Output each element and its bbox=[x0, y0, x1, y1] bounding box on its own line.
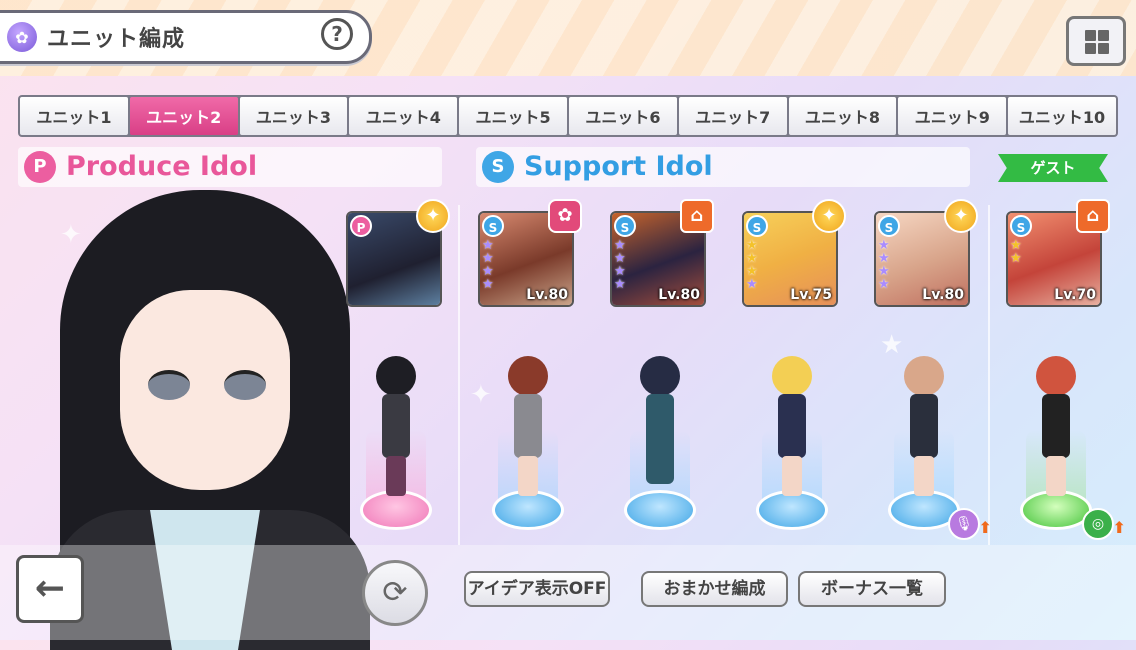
tab-unit-6[interactable]: ユニット6 bbox=[568, 97, 677, 135]
tab-unit-3[interactable]: ユニット3 bbox=[239, 97, 348, 135]
sparkle-icon: ✦ bbox=[470, 380, 492, 410]
help-button[interactable]: ? bbox=[321, 18, 353, 50]
dance-skill-icon: ◎ ⬆ bbox=[1082, 508, 1126, 540]
support-idol-chibi[interactable] bbox=[760, 350, 824, 510]
card-level: Lv.70 bbox=[1054, 287, 1096, 303]
tab-unit-5[interactable]: ユニット5 bbox=[459, 97, 567, 135]
unit-icon: ✿ bbox=[7, 22, 37, 52]
page-title: ユニット編成 bbox=[47, 27, 186, 52]
tab-unit-9[interactable]: ユニット9 bbox=[898, 97, 1007, 135]
tab-unit-1[interactable]: ユニット1 bbox=[20, 97, 128, 135]
rarity-stars: ★ ★ bbox=[1010, 238, 1022, 266]
card-level: Lv.75 bbox=[790, 287, 832, 303]
support-card-badge-icon: S bbox=[614, 215, 636, 237]
star-type-icon: ✦ bbox=[416, 199, 450, 233]
school-type-icon: ⌂ bbox=[1076, 199, 1110, 233]
school-type-icon: ⌂ bbox=[680, 199, 714, 233]
auto-form-button[interactable]: おまかせ編成 bbox=[641, 571, 788, 607]
back-button[interactable]: ← bbox=[16, 555, 84, 623]
menu-button[interactable] bbox=[1066, 16, 1126, 66]
support-card-badge-icon: S bbox=[482, 215, 504, 237]
star-type-icon: ✦ bbox=[944, 199, 978, 233]
guest-idol-chibi[interactable] bbox=[1024, 350, 1088, 510]
produce-idol-chibi[interactable] bbox=[364, 350, 428, 510]
tab-unit-2[interactable]: ユニット2 bbox=[129, 97, 238, 135]
tab-unit-8[interactable]: ユニット8 bbox=[788, 97, 897, 135]
rarity-stars: ★ ★ ★ ★ bbox=[746, 238, 758, 292]
rarity-stars: ★ ★ ★ ★ bbox=[482, 238, 494, 292]
support-idol-label: Support Idol bbox=[524, 151, 713, 182]
support-card-badge-icon: S bbox=[1010, 215, 1032, 237]
support-card-badge-icon: S bbox=[746, 215, 768, 237]
produce-badge-icon: P bbox=[24, 151, 56, 183]
refresh-button[interactable]: ⟳ bbox=[362, 560, 428, 626]
tab-unit-4[interactable]: ユニット4 bbox=[349, 97, 458, 135]
support-badge-icon: S bbox=[482, 151, 514, 183]
divider bbox=[458, 205, 460, 545]
support-idol-header: S Support Idol bbox=[476, 147, 970, 187]
rarity-stars: ★ ★ ★ ★ bbox=[614, 238, 626, 292]
microphone-skill-icon: 🎙 ⬆ bbox=[948, 508, 992, 540]
card-level: Lv.80 bbox=[922, 287, 964, 303]
support-idol-chibi[interactable] bbox=[496, 350, 560, 510]
rarity-stars: ★ ★ ★ ★ bbox=[878, 238, 890, 292]
idea-toggle-button[interactable]: アイデア表示OFF bbox=[464, 571, 610, 607]
unit-tabs: ユニット1 ユニット2 ユニット3 ユニット4 ユニット5 ユニット6 ユニット… bbox=[18, 95, 1118, 137]
card-level: Lv.80 bbox=[526, 287, 568, 303]
star-type-icon: ✦ bbox=[812, 199, 846, 233]
tab-unit-7[interactable]: ユニット7 bbox=[678, 97, 787, 135]
support-idol-chibi[interactable] bbox=[892, 350, 956, 510]
produce-idol-label: Produce Idol bbox=[66, 151, 258, 182]
guest-badge: ゲスト bbox=[998, 154, 1108, 182]
support-idol-chibi[interactable] bbox=[628, 350, 692, 510]
card-level: Lv.80 bbox=[658, 287, 700, 303]
flower-type-icon: ✿ bbox=[548, 199, 582, 233]
produce-card-badge-icon: P bbox=[350, 215, 372, 237]
bonus-list-button[interactable]: ボーナス一覧 bbox=[798, 571, 946, 607]
support-card-badge-icon: S bbox=[878, 215, 900, 237]
grid-menu-icon bbox=[1085, 30, 1109, 54]
divider bbox=[988, 205, 990, 545]
tab-unit-10[interactable]: ユニット10 bbox=[1008, 97, 1116, 135]
screen-title-bar: ✿ ユニット編成 ? bbox=[0, 10, 372, 64]
